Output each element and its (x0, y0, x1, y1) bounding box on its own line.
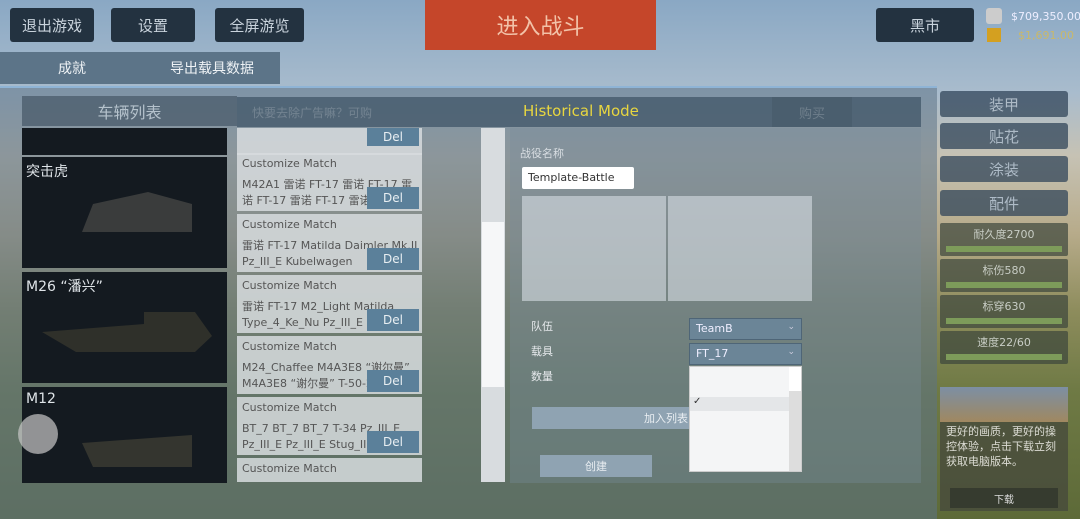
vehicle-item[interactable]: M26 “潘兴” (22, 272, 227, 383)
buy-button[interactable]: 购买 (772, 97, 852, 127)
map-preview-1[interactable] (522, 196, 666, 301)
pc-version-ad[interactable]: 更好的画质，更好的操控体验，点击下载立刻获取电脑版本。 下载 (940, 387, 1068, 511)
tab-achievements[interactable]: 成就 (58, 58, 86, 78)
stat-label: 耐久度2700 (973, 228, 1035, 241)
tab-export-vehicle-data[interactable]: 导出载具数据 (170, 58, 254, 78)
ad-description: 更好的画质，更好的操控体验，点击下载立刻获取电脑版本。 (946, 425, 1056, 468)
match-item[interactable]: Customize Match M24_Chaffee M4A3E8 “谢尔曼” … (237, 336, 422, 394)
vehicle-dropdown[interactable]: FT_17 ⌄ (689, 343, 802, 365)
tank-image (82, 435, 192, 467)
vehicle-dropdown-list[interactable]: ✓ (689, 366, 802, 472)
fullscreen-button[interactable]: 全屏游览 (215, 8, 304, 42)
chevron-down-icon: ⌄ (787, 322, 795, 332)
match-title: Customize Match (242, 279, 337, 292)
dialog-title: Historical Mode (523, 102, 639, 120)
stat-label: 标伤580 (982, 264, 1026, 277)
delete-button[interactable]: Del (367, 370, 419, 392)
scrollbar-thumb[interactable] (482, 222, 504, 387)
ad-image (940, 387, 1068, 422)
vehicle-value: FT_17 (696, 347, 729, 360)
map-preview-2[interactable] (668, 196, 812, 301)
delete-button[interactable]: Del (367, 187, 419, 209)
stat-bar (946, 354, 1062, 360)
match-item[interactable]: Customize Match (237, 458, 422, 482)
enter-battle-button[interactable]: 进入战斗 (425, 0, 656, 50)
vehicle-label: 载具 (531, 345, 553, 358)
black-market-button[interactable]: 黑市 (876, 8, 974, 42)
add-to-list-button[interactable]: 加入列表 (532, 407, 692, 429)
delete-button[interactable]: Del (367, 128, 419, 146)
tank-image (82, 192, 192, 232)
settings-button[interactable]: 设置 (111, 8, 195, 42)
tab-row: 成就 导出载具数据 (0, 52, 280, 84)
match-title: Customize Match (242, 462, 337, 475)
stat-bar (946, 246, 1062, 252)
delete-button[interactable]: Del (367, 309, 419, 331)
match-title: Customize Match (242, 340, 337, 353)
delete-button[interactable]: Del (367, 431, 419, 453)
silver-coins-icon (986, 8, 1002, 24)
count-label: 数量 (531, 370, 553, 383)
stat-damage: 标伤580 (940, 259, 1068, 292)
create-button[interactable]: 创建 (540, 455, 652, 477)
stat-bar (946, 318, 1062, 324)
match-title: Customize Match (242, 401, 337, 414)
stat-label: 速度22/60 (977, 336, 1031, 349)
decal-button[interactable]: 贴花 (940, 123, 1068, 149)
vehicle-item[interactable]: 突击虎 (22, 157, 227, 268)
vehicle-list-title: 车辆列表 (22, 96, 237, 126)
exit-game-button[interactable]: 退出游戏 (10, 8, 94, 42)
parts-button[interactable]: 配件 (940, 190, 1068, 216)
match-list-scrollbar[interactable] (481, 128, 505, 482)
vehicle-item[interactable] (22, 128, 227, 155)
dropdown-option-selected[interactable]: ✓ (690, 396, 790, 411)
armor-button[interactable]: 装甲 (940, 91, 1068, 117)
chevron-down-icon: ⌄ (787, 347, 795, 357)
match-item[interactable]: Customize Match BT_7 BT_7 BT_7 T-34 Pz_II… (237, 397, 422, 455)
stat-speed: 速度22/60 (940, 331, 1068, 364)
money-value: $709,350.00 (1011, 10, 1080, 23)
ad-text: 快要去除广告嘛？可购 (252, 106, 373, 120)
battle-name-input[interactable]: Template-Battle (522, 167, 634, 189)
gold-value: $1,691.00 (1018, 29, 1074, 42)
battle-name-label: 战役名称 (520, 147, 564, 160)
vehicle-name: M26 “潘兴” (26, 279, 103, 295)
dropdown-scroll-thumb[interactable] (789, 367, 801, 391)
match-title: Customize Match (242, 157, 337, 170)
match-item[interactable]: Customize Match 雷诺 FT-17 Matilda Daimler … (237, 214, 422, 272)
stat-label: 标穿630 (982, 300, 1026, 313)
team-value: TeamB (696, 322, 733, 335)
stat-bar (946, 282, 1062, 288)
dialog-header: 快要去除广告嘛？可购 Historical Mode 购买 (237, 97, 921, 127)
gold-icon (987, 28, 1001, 42)
stat-penetration: 标穿630 (940, 295, 1068, 328)
match-item[interactable]: Customize Match M42A1 雷诺 FT-17 雷诺 FT-17 雷… (237, 153, 422, 211)
team-label: 队伍 (531, 320, 553, 333)
stat-durability: 耐久度2700 (940, 223, 1068, 256)
team-dropdown[interactable]: TeamB ⌄ (689, 318, 802, 340)
match-item[interactable]: Del (237, 128, 422, 155)
download-button[interactable]: 下载 (950, 488, 1058, 508)
tank-image (42, 312, 212, 352)
delete-button[interactable]: Del (367, 248, 419, 270)
check-icon: ✓ (693, 396, 702, 407)
paint-button[interactable]: 涂装 (940, 156, 1068, 182)
dropdown-scrollbar[interactable] (789, 367, 801, 471)
vehicle-name: 突击虎 (26, 164, 68, 180)
joystick-button[interactable] (18, 414, 58, 454)
match-item[interactable]: Customize Match 雷诺 FT-17 M2_Light Matilda… (237, 275, 422, 333)
match-title: Customize Match (242, 218, 337, 231)
vehicle-name: M12 (26, 391, 56, 407)
